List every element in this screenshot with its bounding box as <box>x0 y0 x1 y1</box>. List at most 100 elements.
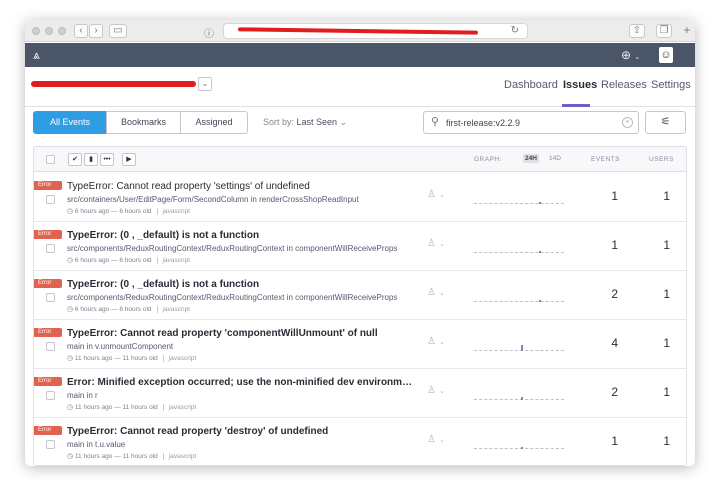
chevron-down-icon: ⌄ <box>339 117 348 127</box>
sparkline-bar <box>520 397 523 400</box>
zoom-window-button[interactable] <box>58 27 66 35</box>
search-icon: ⚲ <box>431 116 440 128</box>
issue-checkbox[interactable] <box>46 195 55 204</box>
assignee-selector[interactable]: ♙ ⌄ <box>427 238 445 249</box>
resolve-check-icon[interactable]: ✔ <box>68 153 82 166</box>
issue-title[interactable]: TypeError: Cannot read property 'setting… <box>67 181 310 192</box>
event-sparkline <box>474 301 564 302</box>
issue-title[interactable]: TypeError: Cannot read property 'destroy… <box>67 426 328 437</box>
bookmark-icon[interactable]: ▮ <box>84 153 98 166</box>
issue-list-header: ✔ ▮ ••• ▶ GRAPH: 24H 14D EVENTS USERS <box>34 147 686 172</box>
user-count: 1 <box>663 287 670 301</box>
issue-checkbox[interactable] <box>46 440 55 449</box>
all-events-button[interactable]: All Events <box>33 111 107 134</box>
issue-title[interactable]: TypeError: (0 , _default) is not a funct… <box>67 230 259 241</box>
minimize-window-button[interactable] <box>45 27 53 35</box>
issue-culprit: src/containers/User/EditPage/Form/Second… <box>67 195 359 204</box>
issue-checkbox[interactable] <box>46 342 55 351</box>
issue-meta: ◷ 6 hours ago — 6 hours old javascript <box>67 305 190 313</box>
address-bar[interactable]: ⓘ ↻ <box>204 23 528 40</box>
issue-time: 11 hours ago — 11 hours old <box>74 404 158 411</box>
clear-search-icon[interactable]: × <box>622 117 633 128</box>
issue-row[interactable]: Error TypeError: (0 , _default) is not a … <box>34 271 686 320</box>
event-count: 1 <box>611 434 618 448</box>
sentry-logo-icon[interactable]: ⩓ <box>33 48 47 62</box>
level-badge: Error <box>34 328 62 337</box>
sparkline-bar <box>538 202 541 204</box>
level-badge: Error <box>34 279 62 288</box>
tab-settings[interactable]: Settings <box>651 79 691 91</box>
sort-dropdown[interactable]: Sort by: Last Seen ⌄ <box>263 117 347 128</box>
clock-icon: ◷ <box>67 208 74 215</box>
event-sparkline <box>474 350 564 351</box>
new-tab-icon[interactable]: + <box>680 24 694 38</box>
tabs-overview-icon[interactable]: ❐ <box>656 24 672 38</box>
issue-platform: javascript <box>168 453 197 460</box>
event-count: 1 <box>611 238 618 252</box>
redacted-project-name <box>31 81 196 87</box>
share-icon[interactable]: ⇧ <box>629 24 645 38</box>
tab-releases[interactable]: Releases <box>601 79 647 91</box>
project-dropdown-icon[interactable]: ⌄ <box>198 77 212 91</box>
issue-meta: ◷ 11 hours ago — 11 hours old javascript <box>67 403 196 411</box>
avatar[interactable]: ☺ <box>659 47 673 63</box>
issue-meta: ◷ 11 hours ago — 11 hours old javascript <box>67 452 196 460</box>
period-24h[interactable]: 24H <box>523 154 539 163</box>
meta-divider <box>162 403 164 411</box>
assignee-selector[interactable]: ♙ ⌄ <box>427 336 445 347</box>
advanced-filter-button[interactable]: ⚟ <box>645 111 686 134</box>
issue-row[interactable]: Error TypeError: Cannot read property 'co… <box>34 320 686 369</box>
level-badge: Error <box>34 426 62 435</box>
reload-icon[interactable]: ↻ <box>511 25 519 36</box>
chevron-down-icon: ⌄ <box>438 388 445 395</box>
issue-culprit: src/components/ReduxRoutingContext/Redux… <box>67 293 398 302</box>
tab-dashboard[interactable]: Dashboard <box>504 79 558 91</box>
level-badge: Error <box>34 230 62 239</box>
event-count: 4 <box>611 336 618 350</box>
issue-row[interactable]: Error TypeError: (0 , _default) is not a … <box>34 222 686 271</box>
issue-row[interactable]: Error TypeError: Cannot read property 'se… <box>34 173 686 222</box>
issue-title[interactable]: TypeError: (0 , _default) is not a funct… <box>67 279 259 290</box>
issue-culprit: main in r <box>67 391 98 400</box>
more-actions-icon[interactable]: ••• <box>100 153 114 166</box>
clock-icon: ◷ <box>67 453 74 460</box>
close-window-button[interactable] <box>32 27 40 35</box>
search-input[interactable]: ⚲ first-release:v2.2.9 × <box>423 111 639 134</box>
issue-row[interactable]: Error Error: Minified exception occurred;… <box>34 369 686 418</box>
bookmarks-button[interactable]: Bookmarks <box>106 111 181 134</box>
issue-checkbox[interactable] <box>46 391 55 400</box>
chevron-down-icon: ⌄ <box>438 241 445 248</box>
user-icon: ♙ <box>427 238 436 249</box>
forward-arrow-icon[interactable]: › <box>89 24 103 38</box>
assignee-selector[interactable]: ♙ ⌄ <box>427 434 445 445</box>
issue-title[interactable]: Error: Minified exception occurred; use … <box>67 377 417 388</box>
issue-time: 6 hours ago — 6 hours old <box>74 208 152 215</box>
issue-culprit: main in t.u.value <box>67 440 126 449</box>
sparkline-bar <box>520 345 523 351</box>
assignee-selector[interactable]: ♙ ⌄ <box>427 385 445 396</box>
meta-divider <box>156 256 158 264</box>
sidebar-toggle-icon[interactable]: ▭ <box>109 24 127 38</box>
play-realtime-icon[interactable]: ▶ <box>122 153 136 166</box>
select-all-checkbox[interactable] <box>46 155 55 164</box>
clock-icon: ◷ <box>67 355 74 362</box>
meta-divider <box>156 207 158 215</box>
assignee-selector[interactable]: ♙ ⌄ <box>427 287 445 298</box>
issue-checkbox[interactable] <box>46 244 55 253</box>
assigned-button[interactable]: Assigned <box>180 111 248 134</box>
globe-icon[interactable]: ⊕ ⌄ <box>621 48 640 62</box>
meta-divider <box>162 452 164 460</box>
event-sparkline <box>474 203 564 204</box>
event-count: 1 <box>611 189 618 203</box>
user-count: 1 <box>663 238 670 252</box>
tab-issues[interactable]: Issues <box>563 79 597 91</box>
user-icon: ♙ <box>427 385 436 396</box>
issue-checkbox[interactable] <box>46 293 55 302</box>
issue-title[interactable]: TypeError: Cannot read property 'compone… <box>67 328 378 339</box>
back-arrow-icon[interactable]: ‹ <box>74 24 88 38</box>
info-icon[interactable]: ⓘ <box>204 25 214 40</box>
period-14d[interactable]: 14D <box>547 154 563 163</box>
issue-row[interactable]: Error TypeError: Cannot read property 'de… <box>34 418 686 465</box>
sort-value: Last Seen <box>296 117 338 127</box>
assignee-selector[interactable]: ♙ ⌄ <box>427 189 445 200</box>
